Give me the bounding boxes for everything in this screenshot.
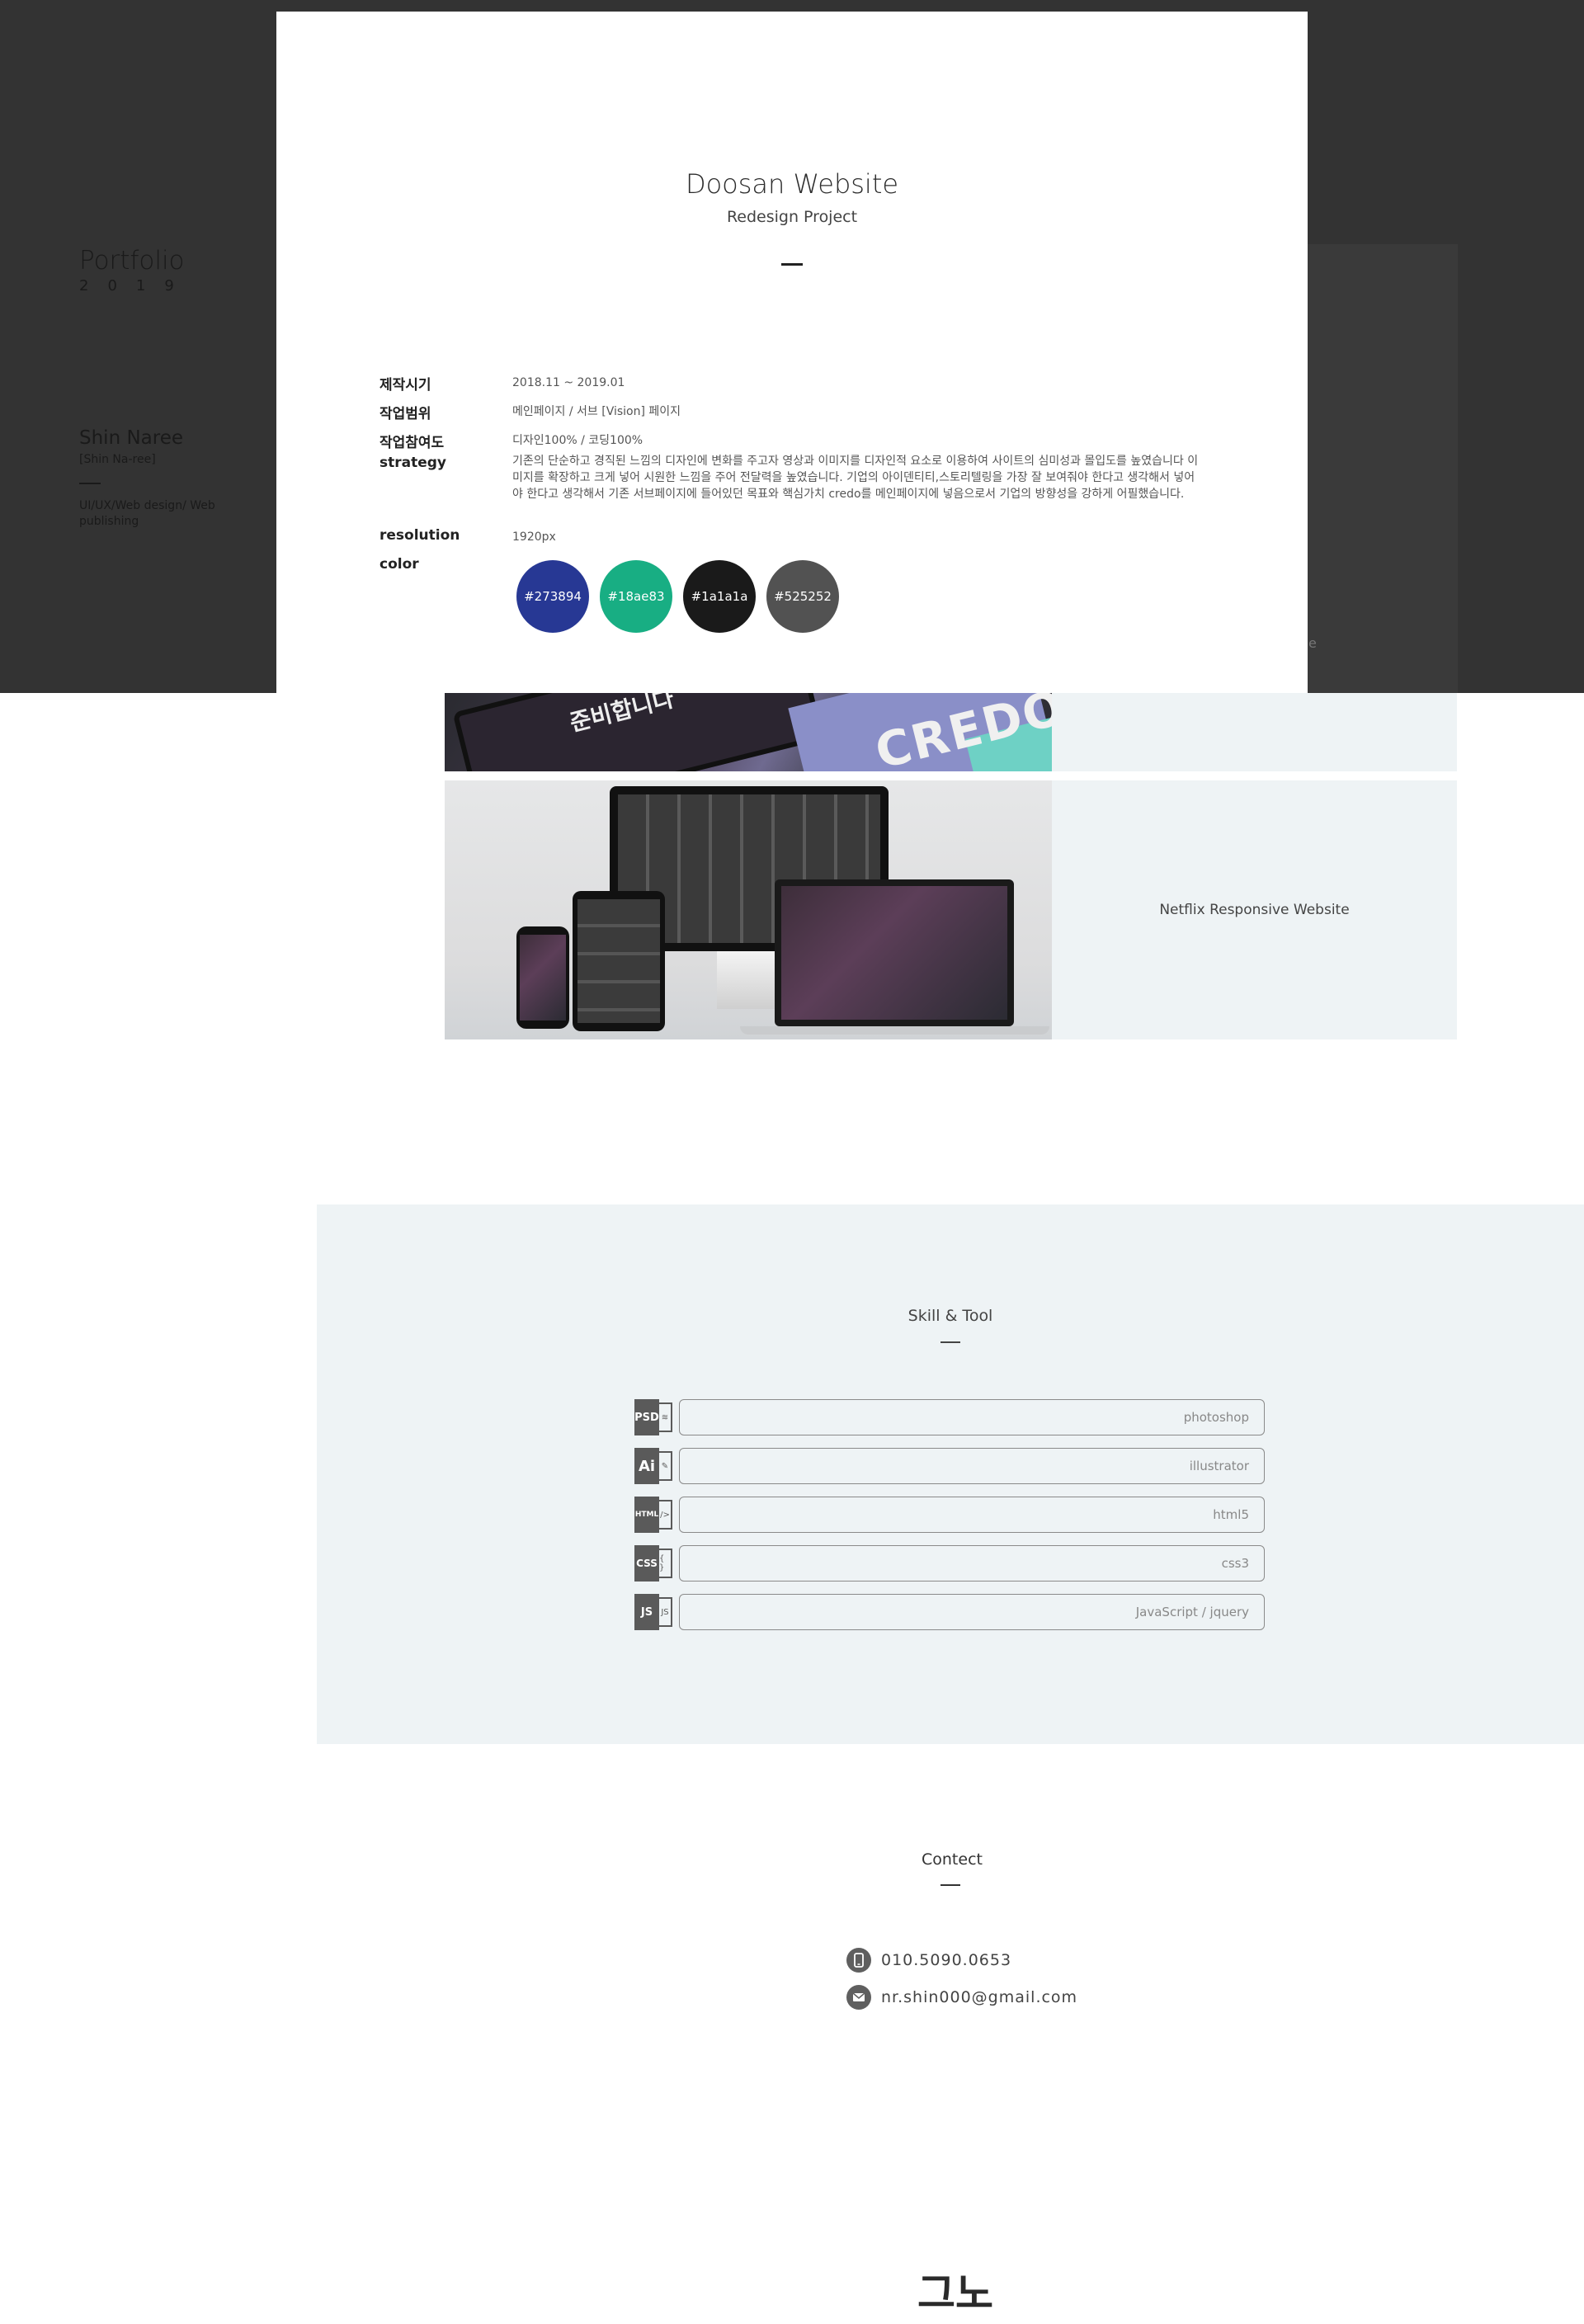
contact-email[interactable]: nr.shin000@gmail.com [846, 1985, 1077, 2010]
phone-number[interactable]: 010.5090.0653 [881, 1951, 1011, 1969]
skill-row-css3: CSS{ } css3 [634, 1545, 1270, 1582]
sidebar: Portfolio 2019 Shin Naree [Shin Na-ree] … [79, 246, 244, 528]
project-caption-title: Netflix Responsive Website [1159, 902, 1350, 918]
css-icon: CSS{ } [634, 1545, 676, 1582]
info-label: strategy [380, 455, 447, 471]
portfolio-heading: Portfolio [79, 246, 185, 276]
laptop-mockup [775, 879, 1014, 1026]
skill-row-photoshop: PSD ≋ photoshop [634, 1399, 1270, 1435]
info-label: 작업참여도 [380, 435, 445, 451]
portfolio-page: e Portfolio 2019 Shin Naree [Shin Na-ree… [0, 0, 1584, 2324]
backdrop-panel [1307, 244, 1458, 693]
author-name: Shin Naree [79, 427, 184, 449]
javascript-icon: JS JS [634, 1594, 676, 1630]
monitor-stand [717, 951, 783, 1009]
skill-bar: css3 [679, 1545, 1265, 1582]
info-value: 기존의 단순하고 경직된 느낌의 디자인에 변화를 주고자 영상과 이미지를 디… [512, 455, 1199, 501]
info-value: 2018.11 ~ 2019.01 [512, 376, 625, 389]
tablet-mockup [573, 891, 665, 1031]
contact-divider [940, 1884, 960, 1886]
sidebar-divider [79, 483, 101, 484]
skill-bar: JavaScript / jquery [679, 1594, 1265, 1630]
phone-mockup [516, 926, 569, 1029]
contact-phone[interactable]: 010.5090.0653 [846, 1948, 1011, 1973]
skill-bar: html5 [679, 1497, 1265, 1533]
skills-title: Skill & Tool [908, 1307, 993, 1325]
info-value: 디자인100% / 코딩100% [512, 434, 644, 447]
title-divider [781, 263, 803, 266]
project-modal: Doosan Website Redesign Project 제작시기 201… [276, 12, 1308, 693]
project-subtitle: Redesign Project [726, 208, 858, 226]
mail-icon [846, 1985, 871, 2010]
info-label: resolution [380, 527, 460, 544]
color-swatch: #273894 [516, 560, 589, 633]
project-caption-netflix[interactable]: Netflix Responsive Website [1052, 780, 1457, 1039]
skill-row-html5: HTML/> html5 [634, 1497, 1270, 1533]
color-swatch: #18ae83 [600, 560, 672, 633]
email-address[interactable]: nr.shin000@gmail.com [881, 1988, 1077, 2006]
project-thumb-netflix[interactable] [445, 780, 1052, 1039]
project-caption-doosan[interactable] [1052, 693, 1457, 771]
info-label: 제작시기 [380, 377, 431, 394]
color-swatches: #273894 #18ae83 #1a1a1a #525252 [516, 560, 839, 633]
info-value: 메인페이지 / 서브 [Vision] 페이지 [512, 405, 681, 418]
skills-section: Skill & Tool PSD ≋ photoshop Ai ✎ illustra… [317, 1204, 1584, 1744]
project-title: Doosan Website [685, 168, 899, 200]
author-name-sub: [Shin Na-ree] [79, 453, 156, 466]
footer-glyph: 그노 [917, 2270, 993, 2317]
info-value: 1920px [512, 530, 556, 544]
skill-row-javascript: JS JS JavaScript / jquery [634, 1594, 1270, 1630]
phone-icon [846, 1948, 871, 1973]
color-swatch: #525252 [766, 560, 839, 633]
laptop-base [740, 1026, 1049, 1035]
info-label: 작업범위 [380, 406, 431, 422]
author-role: UI/UX/Web design/ Web publishing [79, 499, 215, 528]
skill-bar: illustrator [679, 1448, 1265, 1484]
color-swatch: #1a1a1a [683, 560, 756, 633]
info-label: color [380, 556, 419, 573]
portfolio-year: 2019 [79, 277, 193, 295]
skill-row-illustrator: Ai ✎ illustrator [634, 1448, 1270, 1484]
skills-divider [940, 1341, 960, 1343]
backdrop-glyph: e [1308, 635, 1317, 651]
illustrator-icon: Ai ✎ [634, 1448, 676, 1484]
skill-bar: photoshop [679, 1399, 1265, 1435]
project-thumb-doosan[interactable]: 준비합니다 CREDO [445, 693, 1052, 771]
photoshop-icon: PSD ≋ [634, 1399, 676, 1435]
html-icon: HTML/> [634, 1497, 676, 1533]
